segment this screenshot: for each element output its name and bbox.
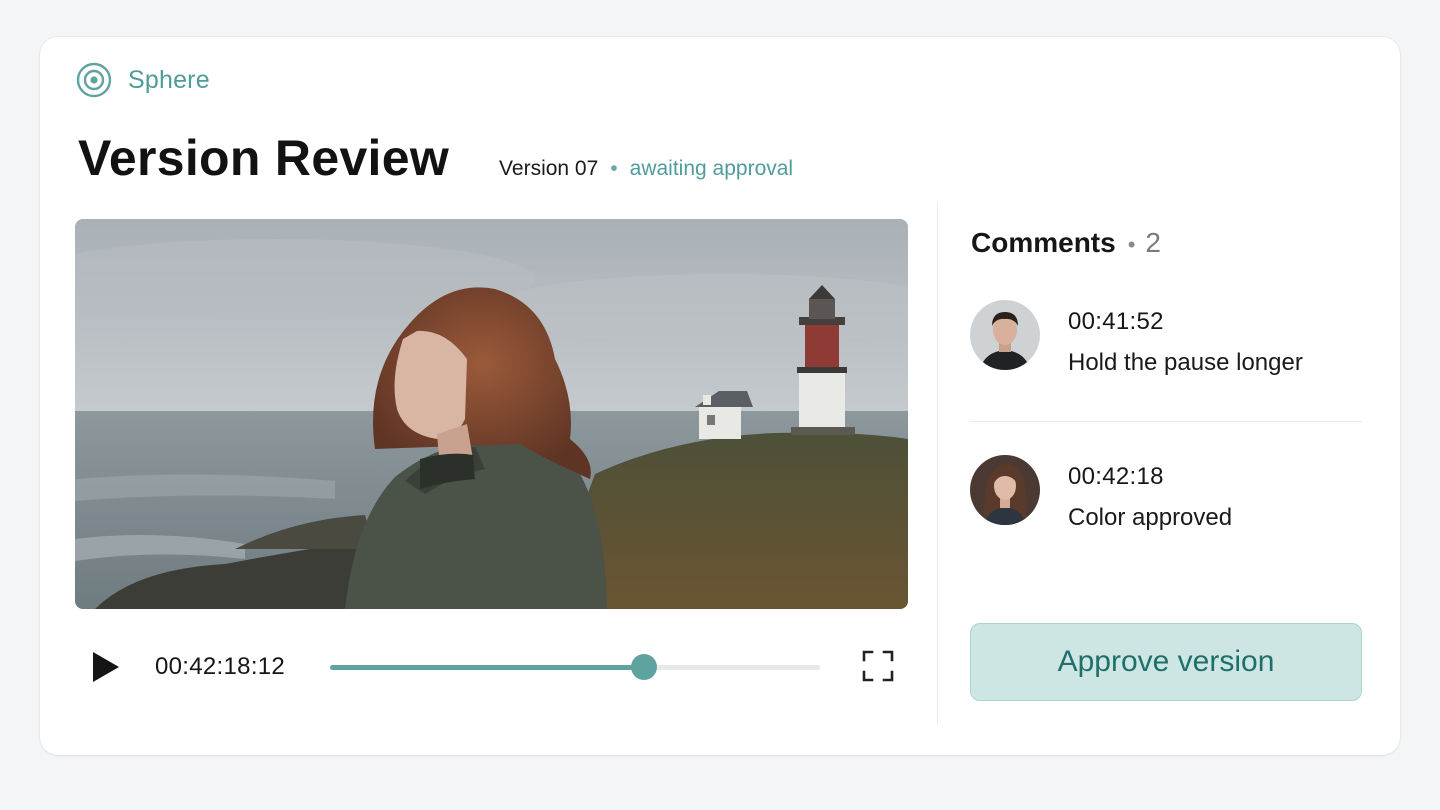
brand-name: Sphere — [128, 65, 210, 94]
comment-divider — [970, 421, 1362, 422]
timecode: 00:42:18:12 — [155, 653, 286, 680]
comment-text: Hold the pause longer — [1068, 349, 1303, 376]
comments-title: Comments — [971, 227, 1116, 258]
version-label: Version 07 — [499, 157, 599, 180]
video-frame[interactable] — [75, 219, 908, 609]
fullscreen-icon[interactable] — [861, 649, 895, 683]
comments-count: 2 — [1145, 227, 1161, 258]
page-title: Version Review — [78, 130, 450, 186]
comments-header: Comments • 2 — [971, 227, 1161, 259]
player-controls: 00:42:18:12 — [75, 637, 908, 697]
play-icon[interactable] — [85, 647, 125, 687]
scrubber[interactable] — [330, 654, 820, 680]
brand[interactable]: Sphere — [76, 62, 210, 98]
status-text: awaiting approval — [629, 157, 794, 180]
avatar — [970, 300, 1040, 370]
avatar — [970, 455, 1040, 525]
comment-timecode[interactable]: 00:41:52 — [1068, 308, 1164, 336]
approve-version-button[interactable]: Approve version — [970, 623, 1362, 701]
target-icon — [76, 62, 112, 98]
comment-timecode[interactable]: 00:42:18 — [1068, 463, 1164, 491]
comment-item[interactable]: 00:41:52 Hold the pause longer — [970, 300, 1362, 380]
avatar-woman-icon — [970, 455, 1040, 525]
comment-text: Color approved — [1068, 504, 1233, 531]
video-still — [75, 219, 908, 609]
status-separator: • — [610, 157, 618, 180]
panel-divider — [937, 202, 938, 724]
scrubber-fill — [330, 665, 644, 670]
comments-separator: • — [1127, 232, 1136, 257]
review-card: Sphere Version Review Version 07 • await… — [40, 37, 1400, 755]
comment-item[interactable]: 00:42:18 Color approved — [970, 455, 1362, 535]
avatar-man-icon — [970, 300, 1040, 370]
scrubber-handle[interactable] — [630, 654, 657, 680]
title-row: Version Review Version 07 • awaiting app… — [78, 129, 793, 187]
